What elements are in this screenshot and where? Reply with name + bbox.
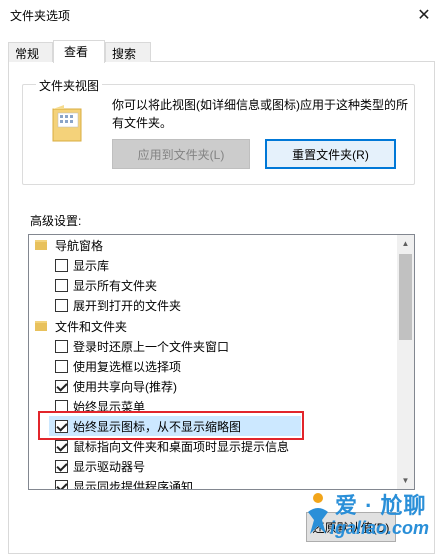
watermark-brand: 爱 · 尬聊	[335, 493, 427, 518]
list-item[interactable]: 使用复选框以选择项	[55, 356, 414, 376]
list-item[interactable]: 导航窗格	[35, 235, 403, 255]
checkbox-checked[interactable]	[55, 379, 68, 393]
list-item[interactable]: 显示所有文件夹	[55, 275, 414, 295]
checkbox[interactable]	[55, 278, 68, 292]
reset-folders-button[interactable]: 重置文件夹(R)	[265, 139, 396, 169]
tab-general[interactable]: 常规	[8, 42, 53, 62]
window-title: 文件夹选项	[10, 9, 71, 23]
folder-icon	[35, 321, 47, 331]
advanced-settings-list[interactable]: 导航窗格 显示库 显示所有文件夹 展开到打开的文件夹 文件和文件夹 登录时还原上…	[28, 234, 415, 490]
title-bar: 文件夹选项 ✕	[0, 0, 443, 30]
checkbox[interactable]	[55, 258, 68, 272]
highlight-annotation	[38, 411, 304, 440]
close-icon[interactable]: ✕	[405, 0, 443, 30]
folder-views-description: 你可以将此视图(如详细信息或图标)应用于这种类型的所有文件夹。	[112, 98, 408, 130]
list-item[interactable]: 使用共享向导(推荐)	[55, 376, 414, 396]
checkbox-checked[interactable]	[55, 459, 68, 473]
watermark-logo-icon	[308, 493, 328, 534]
list-item[interactable]: 显示库	[55, 255, 414, 275]
scrollbar-thumb[interactable]	[399, 254, 412, 340]
list-item[interactable]: 展开到打开的文件夹	[55, 295, 414, 315]
checkbox[interactable]	[55, 339, 68, 353]
scroll-up-icon[interactable]: ▲	[397, 235, 414, 252]
list-item[interactable]: 登录时还原上一个文件夹窗口	[55, 336, 414, 356]
vertical-scrollbar[interactable]: ▲ ▼	[397, 235, 414, 489]
advanced-settings-label: 高级设置:	[30, 214, 82, 228]
tab-search[interactable]: 搜索	[105, 42, 151, 62]
watermark: 爱 · 尬聊 igaliao.com	[300, 482, 443, 554]
checkbox-checked[interactable]	[55, 439, 68, 453]
folder-views-label: 文件夹视图	[36, 77, 103, 94]
watermark-url: igaliao.com	[330, 518, 430, 538]
folder-view-icon	[52, 105, 82, 142]
tab-view[interactable]: 查看	[53, 40, 105, 63]
apply-to-folders-button[interactable]: 应用到文件夹(L)	[112, 139, 250, 169]
checkbox-checked[interactable]	[55, 479, 68, 489]
checkbox[interactable]	[55, 359, 68, 373]
list-item[interactable]: 文件和文件夹	[35, 316, 403, 336]
list-item[interactable]: 显示驱动器号	[55, 456, 414, 476]
checkbox[interactable]	[55, 298, 68, 312]
folder-icon	[35, 240, 47, 250]
